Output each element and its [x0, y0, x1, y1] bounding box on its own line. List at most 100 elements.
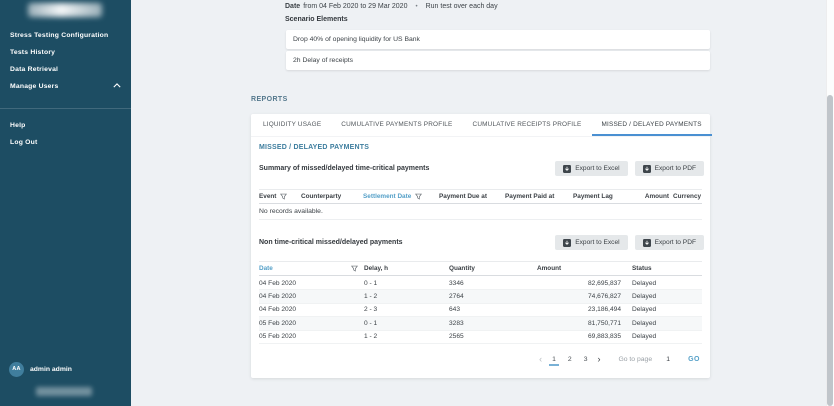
- test-run-summary: Date from 04 Feb 2020 to 29 Mar 2020 • R…: [285, 3, 498, 10]
- noncritical-section-title: Non time-critical missed/delayed payment…: [259, 239, 548, 246]
- filter-icon[interactable]: [280, 193, 287, 200]
- cell-status: Delayed: [625, 333, 702, 340]
- sidebar-item-label: Tests History: [10, 49, 55, 56]
- tab-cumulative-payments-profile[interactable]: CUMULATIVE PAYMENTS PROFILE: [331, 114, 462, 136]
- user-profile[interactable]: AA admin admin: [0, 358, 131, 380]
- export-to-excel-button[interactable]: Export to Excel: [555, 161, 627, 176]
- cell-date: 04 Feb 2020: [259, 293, 364, 300]
- filter-icon[interactable]: [351, 265, 358, 272]
- cell-date: 04 Feb 2020: [259, 306, 364, 313]
- summary-table-header: Event Counterparty Settlement Date Payme…: [259, 189, 702, 204]
- table-row: 04 Feb 2020 0 - 1 3346 82,695,837 Delaye…: [259, 277, 702, 290]
- column-date[interactable]: Date: [259, 265, 364, 272]
- cell-amount: 74,676,827: [537, 293, 625, 300]
- page-button-3[interactable]: 3: [581, 354, 591, 366]
- page-title: MISSED / DELAYED PAYMENTS: [259, 144, 369, 151]
- cell-delay: 2 - 3: [364, 306, 449, 313]
- page-button-1[interactable]: 1: [549, 354, 559, 366]
- cell-quantity: 3346: [449, 280, 537, 287]
- cell-status: Delayed: [625, 293, 702, 300]
- tab-cumulative-receipts-profile[interactable]: CUMULATIVE RECEIPTS PROFILE: [463, 114, 592, 136]
- go-to-page-label: Go to page: [618, 356, 652, 363]
- cell-amount: 81,750,771: [537, 320, 625, 327]
- scenario-elements-title: Scenario Elements: [285, 16, 348, 23]
- sidebar-item-label: Data Retrieval: [10, 66, 58, 73]
- go-to-page-input[interactable]: [660, 356, 676, 363]
- reports-card: LIQUIDITY USAGE CUMULATIVE PAYMENTS PROF…: [251, 114, 710, 378]
- export-to-pdf-button[interactable]: Export to PDF: [635, 235, 704, 250]
- export-icon: [563, 165, 571, 173]
- cell-amount: 23,186,494: [537, 306, 625, 313]
- sidebar-footer-blur: [36, 387, 92, 396]
- table-row: 05 Feb 2020 0 - 1 3283 81,750,771 Delaye…: [259, 317, 702, 330]
- go-button[interactable]: GO: [688, 356, 700, 363]
- cell-quantity: 2764: [449, 293, 537, 300]
- export-to-pdf-button[interactable]: Export to PDF: [635, 161, 704, 176]
- column-payment-paid-at: Payment Paid at: [505, 193, 573, 200]
- column-event: Event: [259, 193, 301, 200]
- noncritical-table-header: Date Delay, h Quantity Amount Status: [259, 261, 702, 276]
- column-settlement-date[interactable]: Settlement Date: [363, 193, 439, 200]
- cell-amount: 82,695,837: [537, 280, 625, 287]
- user-name: admin admin: [30, 366, 72, 373]
- chevron-up-icon: [113, 83, 121, 90]
- date-label: Date: [285, 3, 300, 10]
- cell-date: 05 Feb 2020: [259, 333, 364, 340]
- cell-status: Delayed: [625, 280, 702, 287]
- export-to-pdf-label: Export to PDF: [655, 239, 696, 246]
- sidebar: Stress Testing Configuration Tests Histo…: [0, 0, 131, 406]
- no-records-message: No records available.: [259, 204, 702, 220]
- bullet-separator: •: [415, 4, 417, 10]
- run-mode: Run test over each day: [426, 3, 498, 10]
- scenario-element-label: Drop 40% of opening liquidity for US Ban…: [293, 36, 420, 43]
- filter-icon[interactable]: [415, 193, 422, 200]
- export-to-excel-button[interactable]: Export to Excel: [555, 235, 627, 250]
- export-to-excel-label: Export to Excel: [575, 239, 619, 246]
- table-row: 05 Feb 2020 1 - 2 2565 69,883,835 Delaye…: [259, 331, 702, 344]
- sidebar-item-label: Log Out: [10, 139, 37, 146]
- main-content: Date from 04 Feb 2020 to 29 Mar 2020 • R…: [131, 0, 826, 406]
- reports-section-label: REPORTS: [251, 96, 288, 103]
- scrollbar-track: [826, 0, 834, 406]
- column-currency: Currency: [673, 193, 702, 200]
- column-amount: Amount: [537, 265, 625, 272]
- sidebar-item-data-retrieval[interactable]: Data Retrieval: [0, 62, 131, 77]
- cell-date: 04 Feb 2020: [259, 280, 364, 287]
- cell-delay: 1 - 2: [364, 333, 449, 340]
- column-status: Status: [625, 265, 702, 272]
- sidebar-item-label: Stress Testing Configuration: [10, 32, 108, 39]
- summary-section-header: Summary of missed/delayed time-critical …: [259, 160, 704, 177]
- sidebar-item-label: Manage Users: [10, 83, 59, 90]
- previous-page-button[interactable]: ‹: [535, 355, 546, 364]
- cell-date: 05 Feb 2020: [259, 320, 364, 327]
- cell-quantity: 643: [449, 306, 537, 313]
- tab-missed-delayed-payments[interactable]: MISSED / DELAYED PAYMENTS: [592, 114, 712, 136]
- noncritical-table-body: 04 Feb 2020 0 - 1 3346 82,695,837 Delaye…: [259, 277, 702, 344]
- page-button-2[interactable]: 2: [565, 354, 575, 366]
- sidebar-item-stress-testing-configuration[interactable]: Stress Testing Configuration: [0, 28, 131, 43]
- scrollbar-thumb[interactable]: [827, 95, 833, 406]
- sidebar-item-log-out[interactable]: Log Out: [0, 135, 131, 150]
- cell-quantity: 2565: [449, 333, 537, 340]
- sidebar-item-help[interactable]: Help: [0, 118, 131, 133]
- cell-delay: 0 - 1: [364, 320, 449, 327]
- column-counterparty: Counterparty: [301, 193, 363, 200]
- tab-liquidity-usage[interactable]: LIQUIDITY USAGE: [253, 114, 331, 136]
- table-row: 04 Feb 2020 1 - 2 2764 74,676,827 Delaye…: [259, 290, 702, 303]
- date-range: from 04 Feb 2020 to 29 Mar 2020: [303, 3, 407, 10]
- sidebar-item-tests-history[interactable]: Tests History: [0, 45, 131, 60]
- column-quantity: Quantity: [449, 265, 537, 272]
- column-payment-lag: Payment Lag: [573, 193, 631, 200]
- scenario-element-item: 2h Delay of receipts: [286, 51, 710, 70]
- app-window: Stress Testing Configuration Tests Histo…: [0, 0, 834, 406]
- report-tabs: LIQUIDITY USAGE CUMULATIVE PAYMENTS PROF…: [251, 114, 710, 137]
- sidebar-item-manage-users[interactable]: Manage Users: [0, 79, 131, 94]
- noncritical-section-header: Non time-critical missed/delayed payment…: [259, 234, 704, 251]
- pagination: ‹ 1 2 3 › Go to page GO: [535, 352, 700, 367]
- cell-delay: 0 - 1: [364, 280, 449, 287]
- sidebar-item-label: Help: [10, 122, 26, 129]
- export-to-excel-label: Export to Excel: [575, 165, 619, 172]
- summary-section-title: Summary of missed/delayed time-critical …: [259, 165, 548, 172]
- cell-delay: 1 - 2: [364, 293, 449, 300]
- next-page-button[interactable]: ›: [593, 355, 604, 364]
